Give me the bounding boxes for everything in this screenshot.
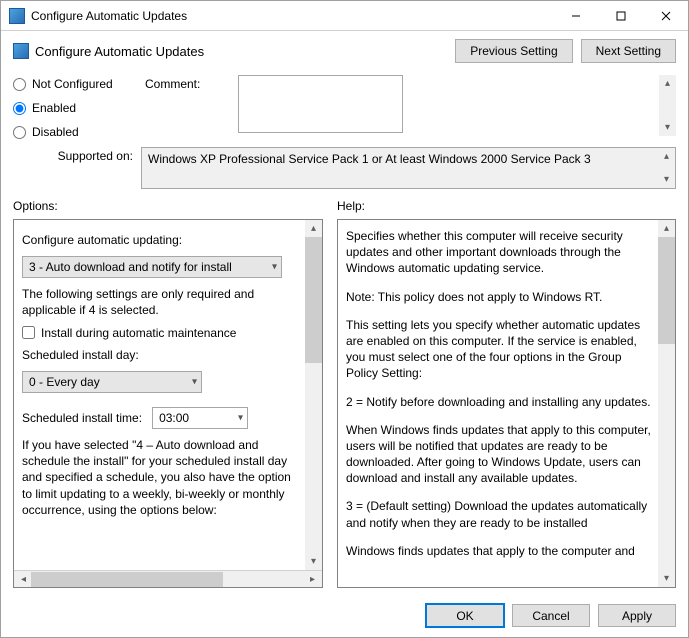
help-label: Help: <box>337 199 365 213</box>
options-label: Options: <box>13 199 323 213</box>
app-icon <box>9 8 25 24</box>
comment-row: Comment: ▴ ▾ <box>145 75 676 136</box>
help-p1: Specifies whether this computer will rec… <box>346 228 651 277</box>
policy-icon <box>13 43 29 59</box>
scroll-down-icon[interactable]: ▾ <box>658 171 675 188</box>
help-content: Specifies whether this computer will rec… <box>338 220 675 587</box>
scroll-down-icon[interactable]: ▾ <box>658 570 675 587</box>
radio-enabled-label: Enabled <box>32 101 76 115</box>
radio-not-configured-input[interactable] <box>13 78 26 91</box>
scroll-thumb[interactable] <box>305 237 322 363</box>
chevron-down-icon: ▾ <box>192 375 197 389</box>
radio-enabled-input[interactable] <box>13 102 26 115</box>
scroll-down-icon[interactable]: ▾ <box>659 119 676 136</box>
options-vscroll[interactable]: ▴ ▾ <box>305 220 322 570</box>
configure-dropdown-value: 3 - Auto download and notify for install <box>29 259 232 275</box>
subheader: Configure Automatic Updates Previous Set… <box>1 31 688 71</box>
long-note: If you have selected "4 – Auto download … <box>22 437 298 518</box>
install-maintenance-checkbox[interactable]: Install during automatic maintenance <box>22 325 298 341</box>
help-panel: Specifies whether this computer will rec… <box>337 219 676 588</box>
help-p5: When Windows finds updates that apply to… <box>346 422 651 487</box>
window-title: Configure Automatic Updates <box>31 9 187 23</box>
options-hscroll[interactable]: ◂ ▸ <box>14 570 322 587</box>
configure-dropdown[interactable]: 3 - Auto download and notify for install… <box>22 256 282 278</box>
window-title-wrap: Configure Automatic Updates <box>9 8 553 24</box>
scroll-thumb[interactable] <box>658 237 675 344</box>
scroll-down-icon[interactable]: ▾ <box>305 553 322 570</box>
comment-label: Comment: <box>145 75 230 136</box>
upper-section: Not Configured Enabled Disabled Comment:… <box>1 71 688 147</box>
supported-value-box: Windows XP Professional Service Pack 1 o… <box>141 147 676 189</box>
supported-scroll: ▴ ▾ <box>658 148 675 188</box>
time-dropdown-value: 03:00 <box>159 410 189 426</box>
following-note: The following settings are only required… <box>22 286 298 318</box>
scroll-up-icon[interactable]: ▴ <box>658 220 675 237</box>
cancel-button[interactable]: Cancel <box>512 604 590 627</box>
state-radio-group: Not Configured Enabled Disabled <box>13 75 133 139</box>
help-p6: 3 = (Default setting) Download the updat… <box>346 498 651 530</box>
ok-button[interactable]: OK <box>426 604 504 627</box>
radio-not-configured[interactable]: Not Configured <box>13 77 133 91</box>
close-button[interactable] <box>643 1 688 30</box>
help-p7: Windows finds updates that apply to the … <box>346 543 651 559</box>
day-dropdown[interactable]: 0 - Every day ▾ <box>22 371 202 393</box>
window-buttons <box>553 1 688 30</box>
install-maintenance-label: Install during automatic maintenance <box>41 325 236 341</box>
next-setting-button[interactable]: Next Setting <box>581 39 676 63</box>
radio-disabled-input[interactable] <box>13 126 26 139</box>
subheader-title: Configure Automatic Updates <box>35 44 204 59</box>
time-label: Scheduled install time: <box>22 410 142 426</box>
help-p2: Note: This policy does not apply to Wind… <box>346 289 651 305</box>
radio-disabled[interactable]: Disabled <box>13 125 133 139</box>
configure-label: Configure automatic updating: <box>22 232 298 248</box>
panel-labels: Options: Help: <box>1 197 688 215</box>
day-label: Scheduled install day: <box>22 347 298 363</box>
supported-label: Supported on: <box>13 147 133 189</box>
comment-scroll: ▴ ▾ <box>659 75 676 136</box>
options-content: Configure automatic updating: 3 - Auto d… <box>14 220 322 570</box>
scroll-up-icon[interactable]: ▴ <box>658 148 675 165</box>
subheader-title-wrap: Configure Automatic Updates <box>13 43 447 59</box>
day-dropdown-value: 0 - Every day <box>29 374 100 390</box>
comment-column: Comment: ▴ ▾ <box>145 75 676 139</box>
previous-setting-button[interactable]: Previous Setting <box>455 39 572 63</box>
title-bar: Configure Automatic Updates <box>1 1 688 31</box>
footer-buttons: OK Cancel Apply <box>1 596 688 637</box>
radio-enabled[interactable]: Enabled <box>13 101 133 115</box>
radio-disabled-label: Disabled <box>32 125 79 139</box>
help-p4: 2 = Notify before downloading and instal… <box>346 394 651 410</box>
radio-not-configured-label: Not Configured <box>32 77 113 91</box>
panels: Configure automatic updating: 3 - Auto d… <box>1 215 688 596</box>
scroll-left-icon[interactable]: ◂ <box>16 574 31 585</box>
comment-textarea[interactable] <box>238 75 403 133</box>
supported-value: Windows XP Professional Service Pack 1 o… <box>148 152 591 166</box>
install-maintenance-input[interactable] <box>22 326 35 339</box>
apply-button[interactable]: Apply <box>598 604 676 627</box>
scroll-up-icon[interactable]: ▴ <box>305 220 322 237</box>
maximize-button[interactable] <box>598 1 643 30</box>
help-p3: This setting lets you specify whether au… <box>346 317 651 382</box>
scroll-up-icon[interactable]: ▴ <box>659 75 676 92</box>
supported-row: Supported on: Windows XP Professional Se… <box>1 147 688 197</box>
help-vscroll[interactable]: ▴ ▾ <box>658 220 675 587</box>
chevron-down-icon: ▾ <box>238 411 243 425</box>
scroll-thumb[interactable] <box>31 572 223 587</box>
scroll-right-icon[interactable]: ▸ <box>305 574 320 585</box>
chevron-down-icon: ▾ <box>272 260 277 274</box>
minimize-button[interactable] <box>553 1 598 30</box>
options-panel: Configure automatic updating: 3 - Auto d… <box>13 219 323 588</box>
time-dropdown[interactable]: 03:00 ▾ <box>152 407 248 429</box>
